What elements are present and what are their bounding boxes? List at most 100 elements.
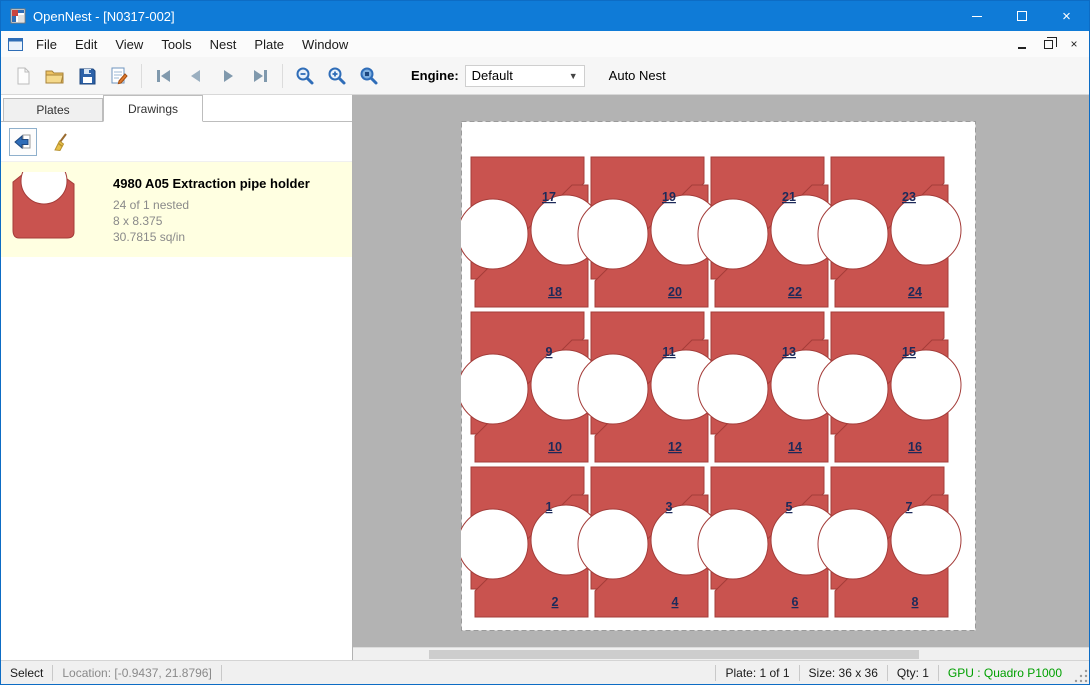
engine-select[interactable]: Default ▼: [465, 65, 585, 87]
mdi-window-controls: ×: [1015, 37, 1089, 51]
part-number: 15: [902, 345, 916, 359]
content-area: Plates Drawings: [1, 95, 1089, 660]
go-previous-icon: [186, 68, 206, 84]
engine-label: Engine:: [411, 68, 459, 83]
pipe-hole-cutout: [818, 354, 888, 424]
go-next-button[interactable]: [212, 61, 244, 91]
menu-window[interactable]: Window: [293, 33, 357, 56]
part-number: 22: [788, 285, 802, 299]
part-number: 21: [782, 190, 796, 204]
part-number: 24: [908, 285, 922, 299]
maximize-button[interactable]: [999, 1, 1044, 31]
close-icon: ×: [1062, 8, 1071, 25]
zoom-in-icon: [327, 66, 347, 86]
minimize-button[interactable]: [954, 1, 999, 31]
pipe-hole-cutout: [891, 350, 961, 420]
drawing-list-item[interactable]: 4980 A05 Extraction pipe holder 24 of 1 …: [1, 162, 352, 257]
mdi-restore-icon: [1044, 40, 1053, 49]
app-icon: [10, 8, 26, 24]
go-previous-button[interactable]: [180, 61, 212, 91]
part-number: 7: [906, 500, 913, 514]
part-number: 17: [542, 190, 556, 204]
status-size: Size: 36 x 36: [800, 666, 887, 680]
status-separator: [221, 665, 222, 681]
sidebar: Plates Drawings: [1, 95, 353, 660]
titlebar[interactable]: OpenNest - [N0317-002] ×: [1, 1, 1089, 31]
status-mode: Select: [1, 666, 52, 680]
window-title: OpenNest - [N0317-002]: [33, 9, 175, 24]
part-number: 23: [902, 190, 916, 204]
chevron-down-icon: ▼: [569, 71, 578, 81]
pipe-hole-cutout: [698, 509, 768, 579]
resize-grip[interactable]: [1073, 666, 1089, 684]
open-file-button[interactable]: [39, 61, 71, 91]
part-number: 5: [786, 500, 793, 514]
window-controls: ×: [954, 1, 1089, 31]
zoom-out-icon: [295, 66, 315, 86]
menu-file[interactable]: File: [27, 33, 66, 56]
drawings-toolbar: [1, 122, 352, 162]
drawing-thumbnail: [11, 172, 77, 247]
menu-plate[interactable]: Plate: [245, 33, 293, 56]
part-number: 14: [788, 440, 802, 454]
clean-button[interactable]: [47, 128, 75, 156]
save-as-button[interactable]: [103, 61, 135, 91]
app-window: OpenNest - [N0317-002] × File Edit View …: [0, 0, 1090, 685]
close-button[interactable]: ×: [1044, 1, 1089, 31]
menu-view[interactable]: View: [106, 33, 152, 56]
pipe-hole-cutout: [698, 199, 768, 269]
horizontal-scrollbar[interactable]: [353, 647, 1089, 660]
menu-edit[interactable]: Edit: [66, 33, 106, 56]
nest-pair[interactable]: 1516: [818, 312, 961, 462]
open-folder-icon: [44, 66, 66, 86]
mdi-close-button[interactable]: ×: [1067, 37, 1081, 51]
nest-pair[interactable]: 23 24: [818, 157, 961, 307]
document-icon[interactable]: [8, 38, 23, 51]
import-drawing-button[interactable]: [9, 128, 37, 156]
drawing-area: 30.7815 sq/in: [113, 229, 310, 245]
mdi-close-icon: ×: [1070, 37, 1077, 51]
menu-tools[interactable]: Tools: [152, 33, 200, 56]
zoom-out-button[interactable]: [289, 61, 321, 91]
drawing-title: 4980 A05 Extraction pipe holder: [113, 176, 310, 191]
new-file-button[interactable]: [7, 61, 39, 91]
part-number: 20: [668, 285, 682, 299]
new-file-icon: [13, 66, 33, 86]
mdi-minimize-button[interactable]: [1015, 37, 1029, 51]
tab-drawings[interactable]: Drawings: [103, 95, 203, 122]
status-plate: Plate: 1 of 1: [716, 666, 798, 680]
part-number: 11: [662, 345, 675, 359]
part-number: 18: [548, 285, 562, 299]
drawing-size: 8 x 8.375: [113, 213, 310, 229]
tab-plates[interactable]: Plates: [3, 98, 103, 121]
zoom-in-button[interactable]: [321, 61, 353, 91]
nest-pair[interactable]: 78: [818, 467, 961, 617]
mdi-restore-button[interactable]: [1041, 37, 1055, 51]
save-floppy-icon: [77, 66, 97, 86]
drawing-info: 4980 A05 Extraction pipe holder 24 of 1 …: [113, 172, 310, 245]
status-gpu: GPU : Quadro P1000: [939, 666, 1071, 680]
toolbar-separator: [141, 64, 142, 88]
part-number: 2: [552, 595, 559, 609]
nest-canvas[interactable]: 171819202122232491011121314151612345678: [353, 95, 1089, 660]
drawing-nested-count: 24 of 1 nested: [113, 197, 310, 213]
pipe-hole-cutout: [698, 354, 768, 424]
scrollbar-thumb[interactable]: [429, 650, 919, 659]
zoom-fit-button[interactable]: [353, 61, 385, 91]
minimize-icon: [972, 16, 982, 17]
pipe-hole-cutout: [891, 505, 961, 575]
pipe-hole-cutout: [461, 199, 528, 269]
mdi-minimize-icon: [1018, 47, 1026, 49]
part-number: 10: [548, 440, 562, 454]
status-location: Location: [-0.9437, 21.8796]: [53, 666, 220, 680]
part-number: 9: [546, 345, 553, 359]
go-last-button[interactable]: [244, 61, 276, 91]
save-button[interactable]: [71, 61, 103, 91]
go-first-button[interactable]: [148, 61, 180, 91]
menu-nest[interactable]: Nest: [201, 33, 246, 56]
nest-plate[interactable]: 171819202122232491011121314151612345678: [461, 121, 976, 631]
part-number: 6: [792, 595, 799, 609]
engine-selected-value: Default: [472, 68, 513, 83]
pipe-hole-cutout: [818, 199, 888, 269]
auto-nest-button[interactable]: Auto Nest: [603, 64, 672, 87]
